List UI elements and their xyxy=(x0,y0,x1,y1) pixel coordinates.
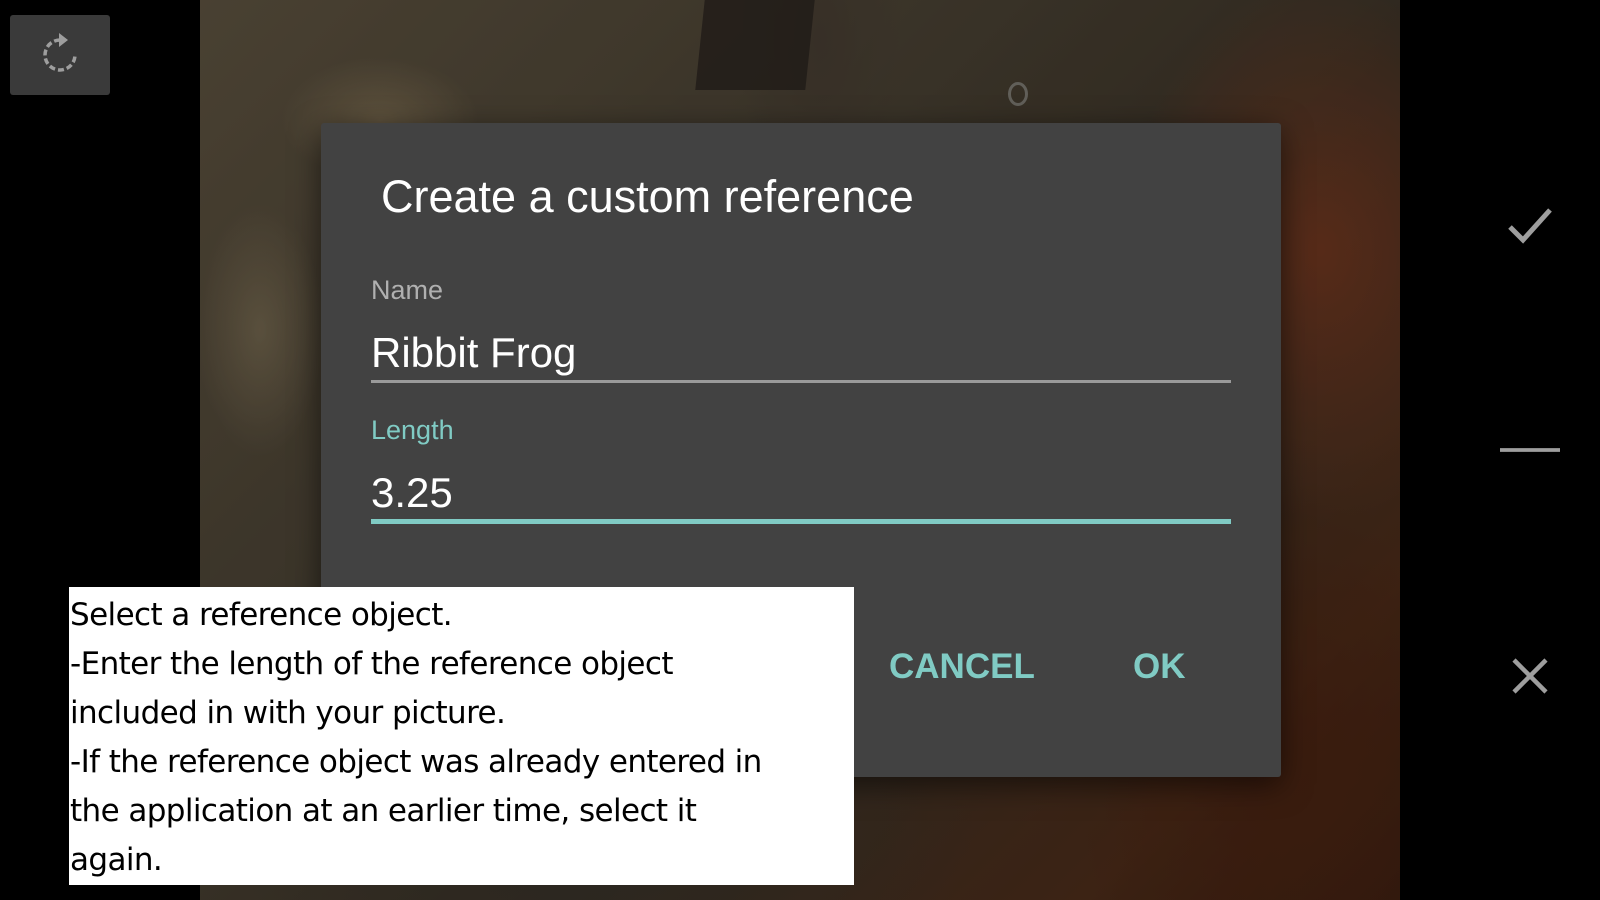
check-icon xyxy=(1508,208,1552,244)
confirm-button[interactable] xyxy=(1500,195,1560,255)
rotate-button[interactable] xyxy=(10,15,110,95)
rotate-icon xyxy=(43,33,77,72)
cancel-button[interactable]: CANCEL xyxy=(883,637,1041,697)
help-line: again. xyxy=(70,842,163,878)
minus-button[interactable] xyxy=(1500,420,1560,480)
length-input[interactable] xyxy=(371,466,1231,524)
close-button[interactable] xyxy=(1500,646,1560,706)
name-input[interactable] xyxy=(371,325,1231,383)
length-label: Length xyxy=(371,415,454,445)
dialog-title: Create a custom reference xyxy=(381,171,914,222)
minus-icon xyxy=(1500,448,1560,452)
help-line: -If the reference object was already ent… xyxy=(70,744,762,780)
close-icon xyxy=(1512,658,1548,694)
help-line: the application at an earlier time, sele… xyxy=(70,793,697,829)
name-label: Name xyxy=(371,275,444,305)
help-line: included in with your picture. xyxy=(70,695,506,731)
help-line: Select a reference object. xyxy=(70,597,453,633)
help-instructions: Select a reference object. -Enter the le… xyxy=(69,587,854,885)
help-line: -Enter the length of the reference objec… xyxy=(70,646,674,682)
ok-button[interactable]: OK xyxy=(1127,637,1192,697)
